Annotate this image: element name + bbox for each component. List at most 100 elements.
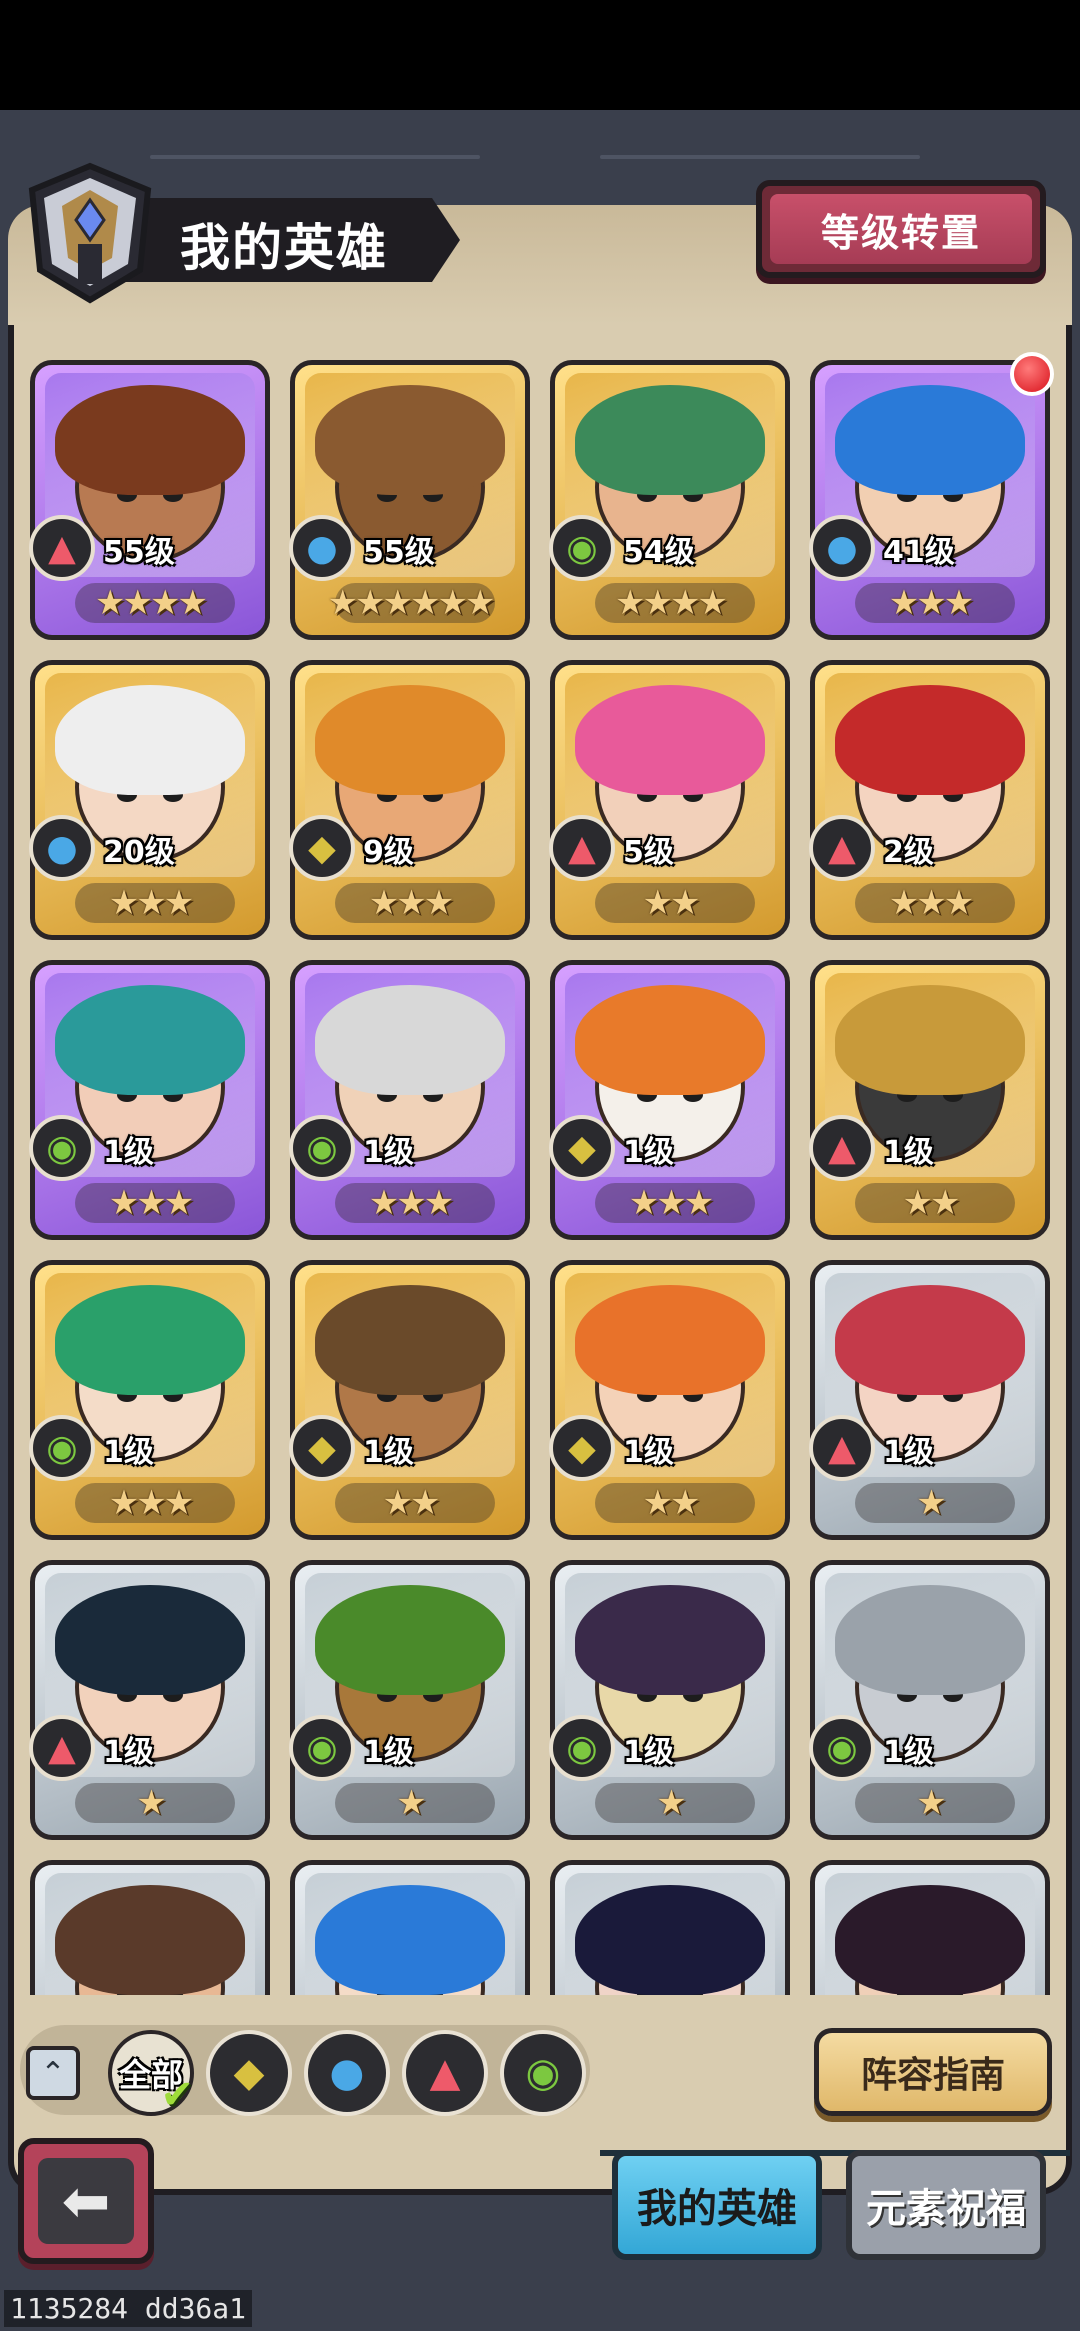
hero-stars: ★★★ [368,1183,454,1223]
ornament-line [600,155,920,159]
hero-card[interactable]: ▲ 1级 ★★ [809,960,1050,1240]
hero-card[interactable] [550,1860,790,1995]
hero-card[interactable]: ◉ 1级 ★★★ [29,1260,270,1540]
earth-icon: ◆ [549,1115,615,1181]
hero-card[interactable]: ● 20级 ★★★ [29,660,270,940]
check-icon: ✔ [160,2072,194,2118]
tab-my-heroes-label: 我的英雄 [637,2186,797,2232]
hero-card[interactable] [30,1860,270,1995]
hero-level: 1级 [103,1735,154,1770]
hero-card[interactable]: ◉ 54级 ★★★★ [549,360,790,640]
hero-card[interactable]: ● 55级 ★★★★★★ [289,360,530,640]
hero-card[interactable]: ▲ 5级 ★★ [549,660,790,940]
hero-stars: ★★ [642,1483,701,1523]
hero-level: 5级 [623,835,674,870]
hero-portrait [305,1873,515,1995]
hero-stars: ★ [396,1783,426,1823]
hero-stars: ★★★★ [615,583,728,623]
hero-level: 1级 [363,1435,414,1470]
wind-icon: ◉ [289,1115,355,1181]
lineup-guide-button[interactable]: 阵容指南 [814,2028,1052,2116]
level-transfer-button[interactable]: 等级转置 [756,180,1046,278]
hero-card[interactable]: ◉ 1级 ★★★ [289,960,530,1240]
hero-level: 2级 [883,835,934,870]
tab-element-blessing-label: 元素祝福 [866,2186,1026,2232]
hero-portrait [45,1873,255,1995]
water-icon: ● [809,515,875,581]
hero-grid[interactable]: ▲ 55级 ★★★★ ● 55级 ★★★★★★ ◉ 54级 ★★★★ ● 41级 ★★★ ● 20级 ★★★… [20,355,1060,1995]
filter-earth-button[interactable]: ◆ [206,2030,292,2116]
hero-stars: ★★★ [368,883,454,923]
fire-icon: ▲ [29,515,95,581]
filter-wind-button[interactable]: ◉ [500,2030,586,2116]
hero-level: 1级 [883,1435,934,1470]
hero-level: 1级 [883,1135,934,1170]
hero-stars: ★★★★ [95,583,208,623]
hero-stars: ★★★ [888,583,974,623]
hero-card[interactable]: ● 41级 ★★★ [809,360,1050,640]
helmet-icon [28,162,152,304]
hero-stars: ★★★★★★ [327,583,496,623]
hero-level: 41级 [883,535,955,570]
hero-stars: ★ [916,1483,946,1523]
fire-icon: ▲ [809,1415,875,1481]
tab-element-blessing[interactable]: 元素祝福 [846,2150,1046,2260]
hero-card[interactable]: ▲ 2级 ★★★ [809,660,1050,940]
fire-icon: ▲ [549,815,615,881]
hero-portrait [565,1873,775,1995]
filter-water-button[interactable]: ● [304,2030,390,2116]
back-button[interactable]: ⬅ [18,2138,154,2264]
hero-card[interactable]: ◆ 1级 ★★ [549,1260,790,1540]
hero-level: 9级 [363,835,414,870]
hero-level: 54级 [623,535,695,570]
hero-level: 1级 [363,1135,414,1170]
filter-all-button[interactable]: 全部 ✔ [108,2030,194,2118]
wind-icon: ◉ [549,515,615,581]
hero-card[interactable]: ◆ 9级 ★★★ [289,660,530,940]
hero-stars: ★★★ [108,1483,194,1523]
wind-icon: ◉ [809,1715,875,1781]
wind-icon: ◉ [289,1715,355,1781]
hero-card[interactable] [290,1860,530,1995]
hero-stars: ★★★ [888,883,974,923]
hero-stars: ★★★ [628,1183,714,1223]
ornament-line [150,155,480,159]
hero-stars: ★ [136,1783,166,1823]
hero-stars: ★★ [382,1483,441,1523]
level-transfer-label: 等级转置 [820,210,981,255]
notification-dot [1010,352,1054,396]
hero-card[interactable]: ◉ 1级 ★ [549,1560,790,1840]
hero-card[interactable]: ▲ 55级 ★★★★ [29,360,270,640]
filter-fire-button[interactable]: ▲ [402,2030,488,2116]
hero-card[interactable]: ◆ 1级 ★★ [289,1260,530,1540]
chevron-up-icon[interactable]: ⌃ [26,2046,80,2100]
lineup-guide-label: 阵容指南 [860,2055,1005,2096]
tab-my-heroes[interactable]: 我的英雄 [612,2150,822,2260]
hero-level: 1级 [623,1735,674,1770]
back-arrow-icon: ⬅ [38,2158,134,2244]
earth-icon: ◆ [233,2050,265,2096]
fire-icon: ▲ [809,815,875,881]
hero-card[interactable]: ▲ 1级 ★ [29,1560,270,1840]
hero-card[interactable]: ◉ 1级 ★ [289,1560,530,1840]
water-icon: ● [289,515,355,581]
water-icon: ● [29,815,95,881]
hero-stars: ★ [916,1783,946,1823]
fire-icon: ▲ [809,1115,875,1181]
hero-level: 1级 [883,1735,934,1770]
hero-level: 1级 [363,1735,414,1770]
hero-card[interactable] [810,1860,1050,1995]
hero-card[interactable]: ▲ 1级 ★ [809,1260,1050,1540]
hero-level: 1级 [623,1435,674,1470]
water-icon: ● [329,2050,365,2096]
wind-icon: ◉ [29,1115,95,1181]
hero-level: 55级 [103,535,175,570]
wind-icon: ◉ [525,2050,561,2096]
earth-icon: ◆ [549,1415,615,1481]
wind-icon: ◉ [549,1715,615,1781]
hero-card[interactable]: ◉ 1级 ★ [809,1560,1050,1840]
hero-card[interactable]: ◉ 1级 ★★★ [29,960,270,1240]
hero-card[interactable]: ◆ 1级 ★★★ [549,960,790,1240]
hero-stars: ★★ [902,1183,961,1223]
hero-level: 20级 [103,835,175,870]
